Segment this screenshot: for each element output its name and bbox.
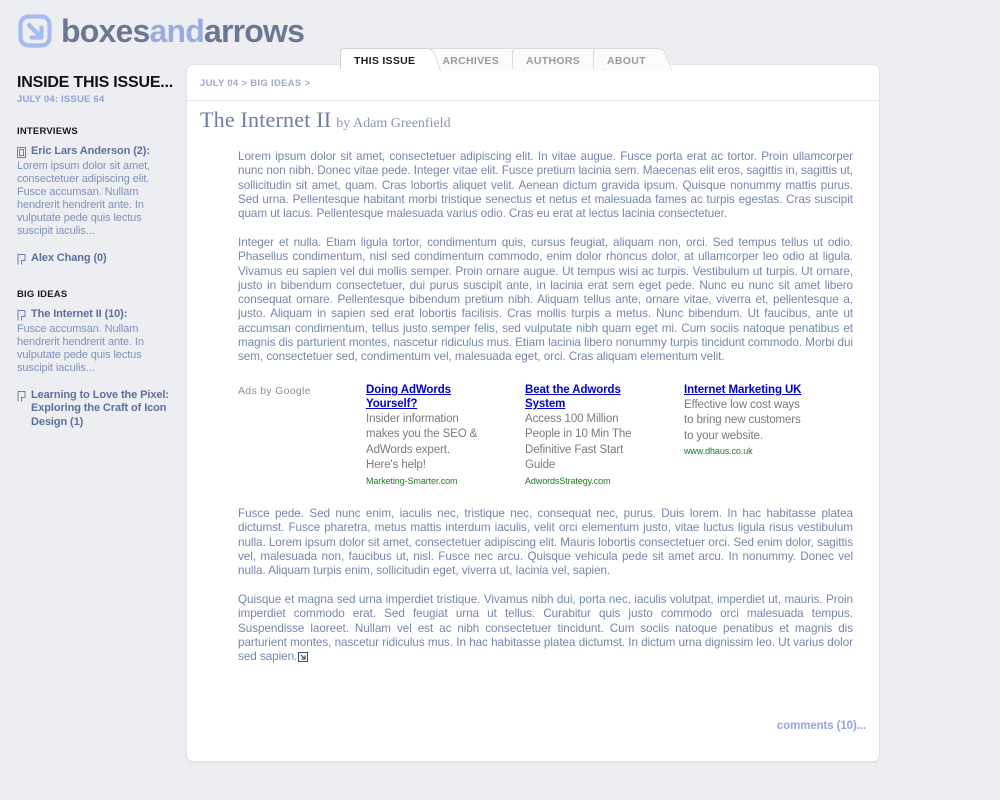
ad-url[interactable]: www.dhaus.co.uk	[684, 445, 802, 457]
tab-about[interactable]: ABOUT	[593, 48, 662, 69]
ad-title-link[interactable]: Internet Marketing UK	[684, 383, 802, 397]
logo-text-part3: arrows	[204, 13, 305, 49]
ad-description: Effective low cost ways to bring new cus…	[684, 398, 801, 442]
article-header: The Internet II by Adam Greenfield	[200, 107, 867, 133]
ad-unit[interactable]: Beat the Adwords System Access 100 Milli…	[525, 383, 643, 487]
content-panel: JULY 04 > BIG IDEAS > The Internet II by …	[186, 64, 880, 762]
ads-by-google-label: Ads by Google	[238, 384, 311, 397]
sidebar-entry-link[interactable]: The Internet II (10):	[31, 308, 127, 322]
google-ads-block: Ads by Google Doing AdWords Yourself? In…	[238, 383, 867, 487]
ad-unit[interactable]: Doing AdWords Yourself? Insider informat…	[366, 383, 484, 487]
article-byline: by Adam Greenfield	[336, 116, 451, 131]
sidebar-heading: INSIDE THIS ISSUE...	[17, 74, 174, 91]
tab-this-issue[interactable]: THIS ISSUE	[340, 48, 432, 69]
page-title: The Internet II	[200, 107, 332, 132]
primary-nav-tabs: THIS ISSUE ARCHIVES AUTHORS ABOUT	[340, 48, 662, 69]
boxed-arrow-logo-icon	[18, 14, 52, 48]
flag-icon	[17, 310, 26, 321]
document-icon	[17, 147, 26, 158]
divider	[187, 100, 879, 101]
sidebar-entry-head: Alex Chang (0)	[17, 252, 177, 266]
sidebar-section-interviews: INTERVIEWS Eric Lars Anderson (2): Lorem…	[17, 126, 177, 265]
article-paragraph: Fusce pede. Sed nunc enim, iaculis nec, …	[238, 507, 853, 578]
breadcrumb[interactable]: JULY 04 > BIG IDEAS >	[200, 78, 310, 89]
ad-title-link[interactable]: Doing AdWords Yourself?	[366, 383, 484, 411]
ad-url[interactable]: AdwordsStrategy.com	[525, 475, 643, 487]
boxed-arrow-endmark-icon	[298, 652, 309, 663]
sidebar: INSIDE THIS ISSUE... JULY 04: ISSUE 64 I…	[17, 74, 177, 443]
sidebar-section-title: BIG IDEAS	[17, 289, 68, 300]
sidebar-entry-head: Eric Lars Anderson (2):	[17, 145, 177, 159]
tab-authors[interactable]: AUTHORS	[512, 48, 597, 69]
logo-text-part1: boxes	[61, 13, 150, 49]
sidebar-entry-head: The Internet II (10):	[17, 308, 177, 322]
sidebar-issue-label: JULY 04: ISSUE 64	[17, 94, 105, 105]
flag-icon	[17, 253, 26, 264]
article: The Internet II by Adam Greenfield Lorem …	[200, 107, 867, 679]
logo-text-part2: and	[149, 13, 205, 49]
list-item[interactable]: Alex Chang (0)	[17, 252, 177, 266]
article-body-bottom: Fusce pede. Sed nunc enim, iaculis nec, …	[238, 507, 853, 664]
ad-title-link[interactable]: Beat the Adwords System	[525, 383, 643, 411]
site-logo-text: boxesandarrows	[61, 13, 305, 49]
flag-icon	[17, 390, 26, 401]
article-paragraph-text: Quisque et magna sed urna imperdiet tris…	[238, 593, 853, 664]
sidebar-entry-head: Learning to Love the Pixel: Exploring th…	[17, 389, 177, 430]
ad-unit[interactable]: Internet Marketing UK Effective low cost…	[684, 383, 802, 487]
sidebar-entry-link[interactable]: Eric Lars Anderson (2):	[31, 145, 150, 159]
site-logo[interactable]: boxesandarrows	[18, 13, 305, 49]
ad-description: Access 100 Million People in 10 Min The …	[525, 412, 632, 472]
sidebar-entry-desc: Fusce accumsan. Nullam hendrerit hendrer…	[17, 322, 144, 374]
article-paragraph: Lorem ipsum dolor sit amet, consectetuer…	[238, 150, 853, 221]
tab-archives[interactable]: ARCHIVES	[428, 48, 516, 69]
list-item[interactable]: Learning to Love the Pixel: Exploring th…	[17, 389, 177, 430]
comments-link[interactable]: comments (10)...	[777, 720, 866, 732]
sidebar-entry-link[interactable]: Learning to Love the Pixel: Exploring th…	[31, 389, 177, 430]
ad-description: Insider information makes you the SEO & …	[366, 412, 478, 472]
ad-url[interactable]: Marketing-Smarter.com	[366, 475, 484, 487]
article-body-top: Lorem ipsum dolor sit amet, consectetuer…	[238, 150, 853, 365]
site-header: boxesandarrows THIS ISSUE ARCHIVES AUTHO…	[0, 0, 1000, 69]
article-paragraph: Integer et nulla. Etiam ligula tortor, c…	[238, 235, 853, 364]
sidebar-section-big-ideas: BIG IDEAS The Internet II (10): Fusce ac…	[17, 289, 177, 429]
sidebar-section-title: INTERVIEWS	[17, 126, 78, 137]
sidebar-entry-desc: Lorem ipsum dolor sit amet, consectetuer…	[17, 159, 151, 237]
article-paragraph-final: Quisque et magna sed urna imperdiet tris…	[238, 593, 853, 664]
sidebar-entry-link[interactable]: Alex Chang (0)	[31, 252, 107, 266]
list-item[interactable]: The Internet II (10): Fusce accumsan. Nu…	[17, 308, 177, 375]
list-item[interactable]: Eric Lars Anderson (2): Lorem ipsum dolo…	[17, 145, 177, 238]
